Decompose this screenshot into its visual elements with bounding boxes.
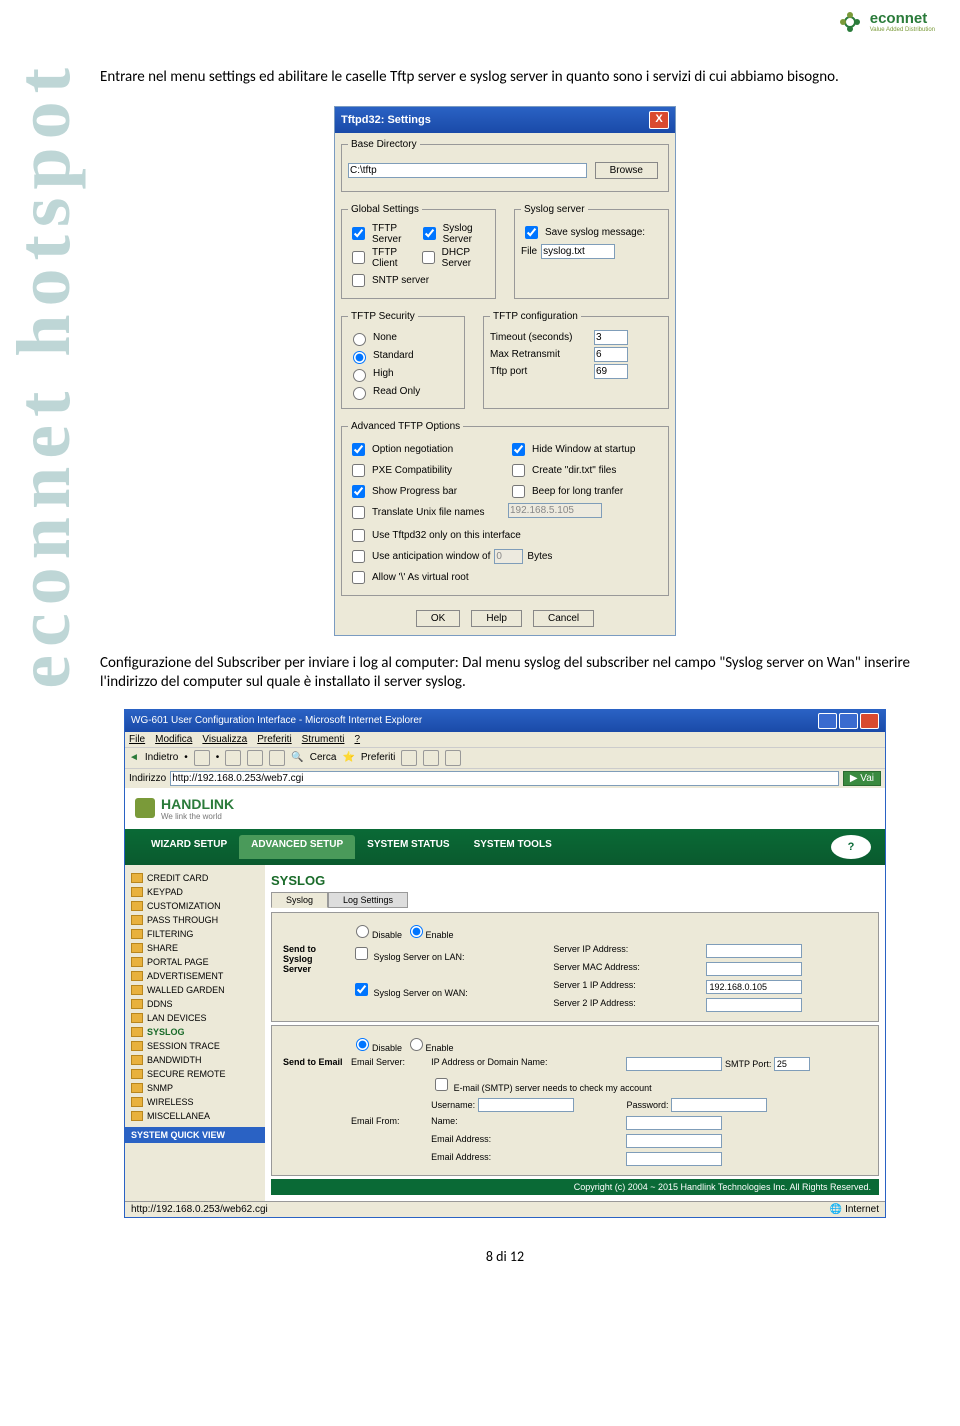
address-bar: Indirizzo ▶ Vai: [125, 769, 885, 788]
browser-toolbar[interactable]: ◄Indietro • • 🔍Cerca ⭐Preferiti: [125, 747, 885, 769]
sntp-server-check[interactable]: [352, 274, 365, 287]
send-syslog-label: Send to Syslog Server: [280, 943, 346, 1013]
security-high[interactable]: [353, 369, 366, 382]
help-button[interactable]: Help: [471, 610, 522, 627]
ip-locked: [508, 503, 602, 518]
logo-icon: [836, 11, 864, 33]
tftp-security-label: TFTP Security: [348, 311, 418, 322]
handlink-brand: HANDLINK: [161, 796, 234, 812]
anticipation-input: [494, 549, 523, 564]
tftpd32-settings-window: Tftpd32: Settings X Base Directory Brows…: [334, 106, 676, 636]
browse-button[interactable]: Browse: [595, 162, 658, 179]
server2-ip-input[interactable]: [706, 998, 802, 1012]
handlink-tagline: We link the world: [161, 812, 234, 821]
syslog-file-input[interactable]: [541, 244, 615, 259]
security-readonly[interactable]: [353, 387, 366, 400]
econnet-logo: econnet Value Added Distribution: [836, 10, 935, 33]
beep-check[interactable]: [512, 485, 525, 498]
tftp-server-check[interactable]: [352, 227, 365, 240]
page-number: 8 di 12: [100, 1248, 910, 1265]
opt-neg-check[interactable]: [352, 443, 365, 456]
use-only-check[interactable]: [352, 529, 365, 542]
hide-win-check[interactable]: [512, 443, 525, 456]
logo-tagline: Value Added Distribution: [870, 27, 935, 33]
system-quick-view[interactable]: SYSTEM QUICK VIEW: [125, 1127, 265, 1143]
username-input[interactable]: [478, 1098, 574, 1112]
ie-browser-window: WG-601 User Configuration Interface - Mi…: [124, 709, 886, 1218]
wan-check[interactable]: [355, 983, 368, 996]
cancel-button[interactable]: Cancel: [533, 610, 594, 627]
save-syslog-check[interactable]: [525, 226, 538, 239]
paragraph-2: Configurazione del Subscriber per inviar…: [100, 654, 910, 693]
email-addr-input-2[interactable]: [626, 1152, 722, 1166]
browser-menubar[interactable]: FileModificaVisualizzaPreferitiStrumenti…: [125, 732, 885, 747]
email-addr-input[interactable]: [626, 1134, 722, 1148]
go-button[interactable]: ▶ Vai: [843, 771, 881, 786]
nav-syslog: SYSLOG: [125, 1025, 265, 1039]
name-input[interactable]: [626, 1116, 722, 1130]
window-title: Tftpd32: Settings: [341, 114, 431, 126]
progress-check[interactable]: [352, 485, 365, 498]
password-input[interactable]: [671, 1098, 767, 1112]
translate-check[interactable]: [352, 506, 365, 519]
timeout-input[interactable]: [594, 330, 628, 345]
maxret-input[interactable]: [594, 347, 628, 362]
smtp-port-input[interactable]: [774, 1057, 810, 1071]
port-input[interactable]: [594, 364, 628, 379]
global-settings-label: Global Settings: [348, 204, 422, 215]
base-dir-label: Base Directory: [348, 139, 420, 150]
left-navigation[interactable]: CREDIT CARD KEYPAD CUSTOMIZATION PASS TH…: [125, 865, 265, 1201]
lan-check[interactable]: [355, 947, 368, 960]
help-icon[interactable]: ?: [831, 835, 871, 859]
close-icon[interactable]: X: [649, 111, 669, 129]
page-heading: SYSLOG: [271, 873, 879, 888]
advanced-options-label: Advanced TFTP Options: [348, 421, 463, 432]
paragraph-1: Entrare nel menu settings ed abilitare l…: [100, 68, 910, 88]
allow-virt-check[interactable]: [352, 571, 365, 584]
tftp-client-check[interactable]: [352, 251, 365, 264]
disable-radio-2[interactable]: [356, 1038, 369, 1051]
handlink-icon: [135, 798, 155, 818]
ip-domain-input[interactable]: [626, 1057, 722, 1071]
security-none[interactable]: [353, 333, 366, 346]
smtp-check[interactable]: [435, 1078, 448, 1091]
sub-tabs[interactable]: Syslog Log Settings: [271, 892, 879, 908]
server-mac-input[interactable]: [706, 962, 802, 976]
server-ip-input[interactable]: [706, 944, 802, 958]
main-tabs[interactable]: WIZARD SETUP ADVANCED SETUP SYSTEM STATU…: [125, 829, 885, 865]
dhcp-server-check[interactable]: [422, 251, 435, 264]
anticipation-check[interactable]: [352, 550, 365, 563]
browser-title: WG-601 User Configuration Interface - Mi…: [131, 715, 422, 726]
copyright-bar: Copyright (c) 2004 ~ 2015 Handlink Techn…: [271, 1179, 879, 1195]
window-buttons[interactable]: [818, 713, 879, 729]
create-dir-check[interactable]: [512, 464, 525, 477]
base-dir-input[interactable]: [348, 163, 587, 178]
tftp-config-label: TFTP configuration: [490, 311, 581, 322]
syslog-server-label: Syslog server: [521, 204, 588, 215]
server1-ip-input[interactable]: [706, 980, 802, 994]
logo-brand: econnet: [870, 10, 935, 27]
ok-button[interactable]: OK: [416, 610, 460, 627]
url-input[interactable]: [170, 771, 839, 786]
syslog-server-check[interactable]: [423, 227, 436, 240]
status-bar: http://192.168.0.253/web62.cgi 🌐 Interne…: [125, 1201, 885, 1217]
security-standard[interactable]: [353, 351, 366, 364]
watermark-sidebar: econnet hotspot: [10, 60, 78, 689]
enable-radio-1[interactable]: [410, 925, 423, 938]
enable-radio-2[interactable]: [410, 1038, 423, 1051]
pxe-check[interactable]: [352, 464, 365, 477]
disable-radio-1[interactable]: [356, 925, 369, 938]
send-email-label: Send to Email: [280, 1056, 346, 1167]
